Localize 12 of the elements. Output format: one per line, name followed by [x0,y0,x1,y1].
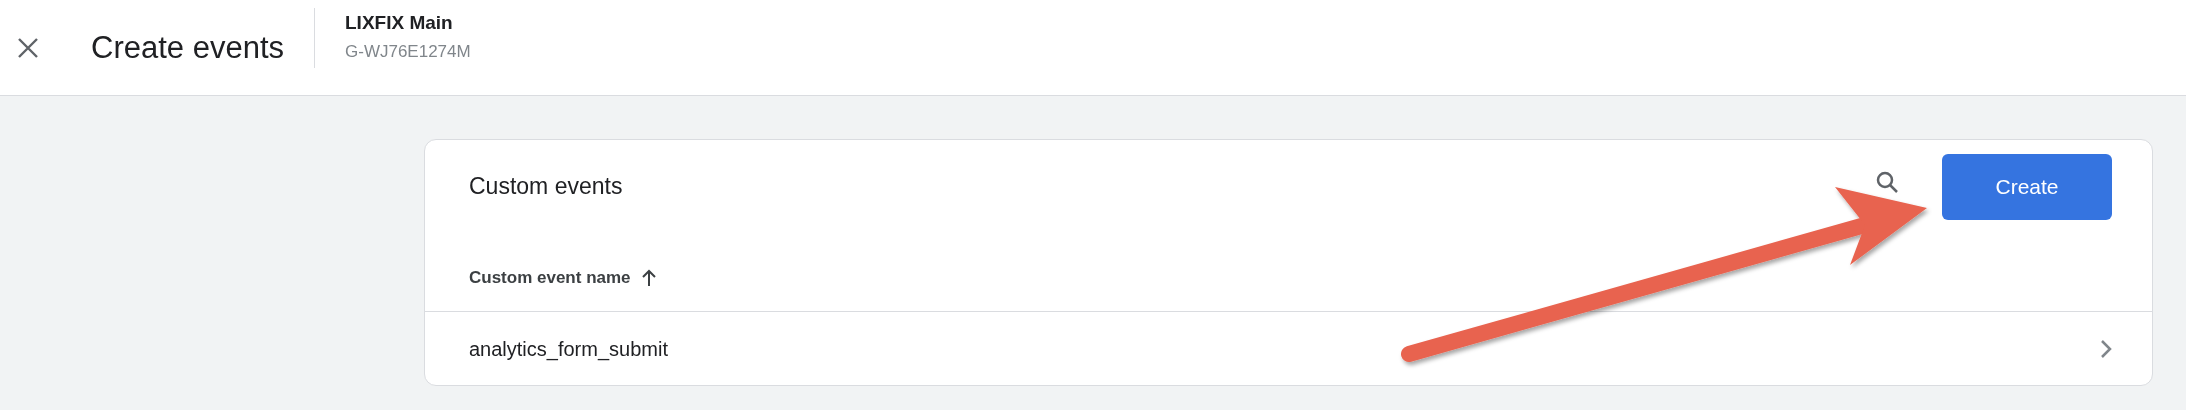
card-title: Custom events [469,172,624,202]
close-icon [16,35,40,60]
up-arrow-icon [640,269,657,287]
chevron-right-icon [2100,338,2112,359]
search-icon [1875,169,1899,194]
page-title: Create events [91,32,284,63]
event-row[interactable]: analytics_form_submit [425,312,2152,385]
event-name: analytics_form_submit [469,336,669,363]
property-id: G-WJ76E1274M [345,40,471,62]
create-button[interactable]: Create [1942,153,2112,220]
property-name: LIXFIX Main [345,11,454,35]
column-header[interactable]: Custom event name [469,265,657,291]
